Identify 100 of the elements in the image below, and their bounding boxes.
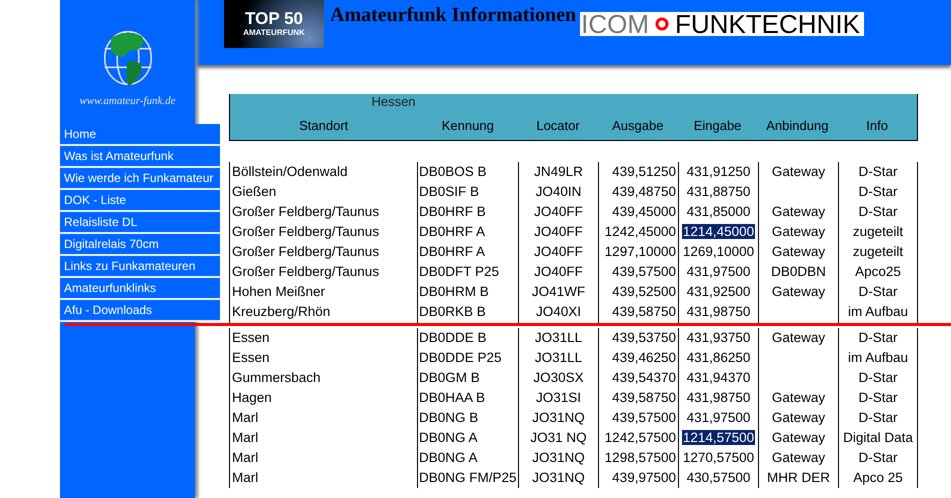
table-cell: 439,48750 — [612, 184, 676, 199]
table-cell: JO31LL — [534, 330, 582, 345]
table-cell: 431,92500 — [686, 284, 750, 299]
menu-item[interactable]: Home — [60, 124, 220, 146]
table-cell: 439,46250 — [612, 350, 676, 365]
table-cell: Gateway — [772, 284, 826, 299]
table-cell: Gateway — [772, 390, 826, 405]
table-cell: 431,98750 — [686, 304, 750, 319]
table-cell: Apco 25 — [853, 470, 903, 485]
menu-item[interactable]: Wie werde ich Funkamateur — [60, 168, 220, 190]
table-cell: Großer Feldberg/Taunus — [232, 224, 380, 239]
table-cell: Digital Data — [843, 430, 913, 445]
table-cell: Großer Feldberg/Taunus — [232, 244, 380, 259]
table-cell: JO31NQ — [532, 410, 585, 425]
table-cell: 1242,45000 — [604, 224, 676, 239]
table-cell: 431,93750 — [686, 330, 750, 345]
table-cell: 431,91250 — [686, 164, 750, 179]
table-cell: D-Star — [858, 370, 898, 385]
table-cell: 439,45000 — [612, 204, 676, 219]
table-cell: JO40FF — [534, 244, 583, 259]
table-cell: Essen — [232, 350, 270, 365]
table-cell: 439,97500 — [612, 470, 676, 485]
table-cell: im Aufbau — [848, 304, 908, 319]
table-cell: D-Star — [858, 284, 898, 299]
table-cell: Böllstein/Odenwald — [232, 164, 348, 179]
sponsor-banner[interactable]: ICOM FUNKTECHNIK — [580, 12, 864, 36]
table-cell: 1214,57500 — [682, 430, 756, 445]
logo-url: www.amateur-funk.de — [79, 95, 176, 107]
table-cell: D-Star — [858, 330, 898, 345]
table-cell: JO31 NQ — [530, 430, 587, 445]
table-cell: zugeteilt — [852, 224, 904, 239]
table-cell: Gateway — [772, 430, 826, 445]
table-cell: 439,58750 — [612, 304, 676, 319]
menu-item[interactable]: Was ist Amateurfunk — [60, 146, 220, 168]
table-cell: DB0HRF B — [419, 204, 486, 219]
table-cell: JO40XI — [536, 304, 582, 319]
table-cell: JO31LL — [534, 350, 582, 365]
table-cell: DB0HRF A — [419, 244, 486, 259]
table-cell: DB0DBN — [771, 264, 826, 279]
table-cell: 1269,10000 — [682, 244, 754, 259]
menu-item[interactable]: DOK - Liste — [60, 190, 220, 212]
menu-item[interactable]: Relaisliste DL — [60, 212, 220, 234]
table-cell: JO31SI — [536, 390, 582, 405]
table-cell: DB0SIF B — [419, 184, 480, 199]
table-cell: D-Star — [858, 184, 898, 199]
table-cell: 1298,57500 — [604, 450, 676, 465]
table-cell: DB0NG A — [419, 430, 478, 445]
table-cell: D-Star — [858, 410, 898, 425]
table-cell: JO40FF — [534, 204, 583, 219]
region-heading: Hessen — [370, 95, 417, 108]
table-cell: Marl — [232, 430, 258, 445]
site-title: Amateurfunk Informationen — [330, 4, 576, 27]
table-cell: DB0BOS B — [419, 164, 487, 179]
table-cell: DB0GM B — [419, 370, 480, 385]
table-cell: Gateway — [772, 410, 826, 425]
table-cell: 439,51250 — [612, 164, 676, 179]
table-cell: im Aufbau — [848, 350, 908, 365]
menu-item[interactable]: Afu - Downloads — [60, 300, 220, 322]
column-header: Eingabe — [692, 118, 742, 134]
table-cell: Marl — [232, 470, 258, 485]
table-cell: 439,54370 — [612, 370, 676, 385]
table-cell: MHR DER — [767, 470, 830, 485]
table-cell: Gateway — [772, 330, 826, 345]
table-cell: JO30SX — [533, 370, 584, 385]
table-cell: Gummersbach — [232, 370, 321, 385]
table-cell: DB0HAA B — [419, 390, 486, 405]
table-cell: 430,57500 — [686, 470, 750, 485]
table-cell: Gateway — [772, 204, 826, 219]
table-cell: Großer Feldberg/Taunus — [232, 264, 380, 279]
column-header: Anbindung — [765, 118, 830, 134]
table-cell: 431,98750 — [686, 390, 750, 405]
menu-item[interactable]: Digitalrelais 70cm — [60, 234, 220, 256]
table-cell: JO40IN — [536, 184, 582, 199]
table-cell: DB0HRM B — [419, 284, 489, 299]
menu-item[interactable]: Links zu Funkamateuren — [60, 256, 220, 278]
top50-badge[interactable]: TOP 50 AMATEURFUNK — [224, 0, 324, 48]
table-cell: Marl — [232, 450, 258, 465]
circle-icon — [655, 17, 670, 31]
table-cell: 439,52500 — [612, 284, 676, 299]
table-cell: Marl — [232, 410, 258, 425]
table-cell: 1270,57500 — [682, 450, 754, 465]
table-cell: 1297,10000 — [604, 244, 676, 259]
table-cell: D-Star — [858, 390, 898, 405]
column-header: Standort — [298, 118, 350, 134]
table-cell: DB0DDE P25 — [419, 350, 502, 365]
column-header: Info — [865, 118, 889, 134]
table-cell: zugeteilt — [852, 244, 904, 259]
column-header: Ausgabe — [611, 118, 664, 134]
table-cell: 439,57500 — [612, 264, 676, 279]
table-cell: JO31NQ — [532, 450, 585, 465]
table-cell: 431,86250 — [686, 350, 750, 365]
table-cell: 1214,45000 — [682, 224, 756, 239]
table-cell: JO41WF — [532, 284, 586, 299]
table-cell: JO40FF — [534, 264, 583, 279]
table-cell: 439,53750 — [612, 330, 676, 345]
table-cell: DB0RKB B — [419, 304, 486, 319]
column-header: Kennung — [440, 118, 495, 134]
table-cell: JN49LR — [534, 164, 583, 179]
table-cell: DB0DDE B — [419, 330, 487, 345]
menu-item[interactable]: Amateurfunklinks — [60, 278, 220, 300]
